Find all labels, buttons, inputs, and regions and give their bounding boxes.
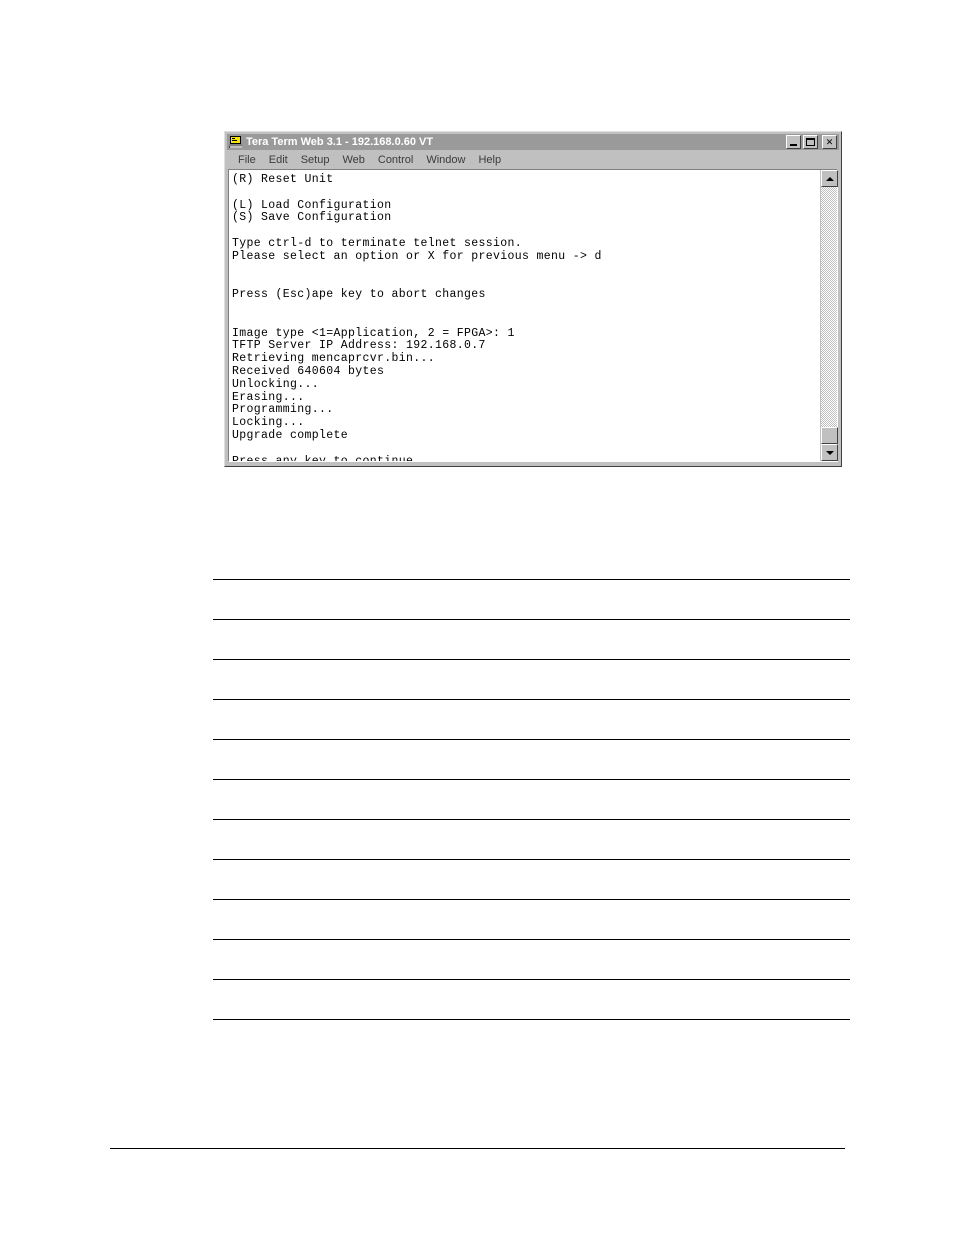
terminal-line: Press any key to continue — [232, 455, 820, 461]
page-rule — [213, 739, 850, 740]
minimize-button[interactable] — [786, 135, 801, 149]
terminal-screen[interactable]: (R) Reset Unit (L) Load Configuration (S… — [229, 170, 820, 461]
footer-rule — [110, 1148, 845, 1149]
window-controls: ✕ — [786, 135, 837, 149]
page-rule — [213, 899, 850, 900]
menu-item-edit[interactable]: Edit — [263, 153, 295, 167]
menu-item-control[interactable]: Control — [372, 153, 420, 167]
terminal-line: (R) Reset Unit — [232, 173, 334, 186]
page-rule — [213, 819, 850, 820]
page-rule — [213, 979, 850, 980]
page-rule — [213, 619, 850, 620]
menu-bar: File Edit Setup Web Control Window Help — [227, 151, 839, 168]
maximize-icon — [806, 138, 815, 146]
scrollbar-thumb[interactable] — [821, 427, 838, 444]
window-title: Tera Term Web 3.1 - 192.168.0.60 VT — [246, 136, 434, 148]
scroll-down-button[interactable] — [821, 444, 838, 461]
page-rule — [213, 939, 850, 940]
terminal-line: (S) Save Configuration — [232, 211, 392, 225]
scroll-down-arrow-icon — [825, 450, 834, 455]
maximize-button[interactable] — [803, 135, 818, 149]
menu-item-help[interactable]: Help — [472, 153, 508, 167]
minimize-icon — [790, 144, 797, 146]
terminal-line: Type ctrl-d to terminate telnet session. — [232, 236, 523, 250]
page-rule — [213, 859, 850, 860]
menu-item-window[interactable]: Window — [420, 153, 472, 167]
scroll-up-button[interactable] — [821, 170, 838, 187]
tera-term-window: Tera Term Web 3.1 - 192.168.0.60 VT ✕ Fi… — [224, 131, 842, 467]
close-icon: ✕ — [825, 136, 834, 147]
close-button[interactable]: ✕ — [822, 135, 837, 149]
scroll-up-arrow-icon — [825, 176, 834, 181]
page-rule — [213, 779, 850, 780]
menu-item-file[interactable]: File — [232, 153, 263, 167]
vertical-scrollbar[interactable] — [820, 170, 838, 461]
terminal-line: Press (Esc)ape key to abort changes — [232, 288, 486, 302]
terminal-line: Please select an option or X for previou… — [232, 249, 602, 263]
terminal-line: Upgrade complete — [232, 428, 349, 442]
window-titlebar[interactable]: Tera Term Web 3.1 - 192.168.0.60 VT ✕ — [227, 134, 839, 150]
page-rule — [213, 699, 850, 700]
terminal-line: Received 640604 bytes — [232, 364, 385, 378]
scrollbar-track[interactable] — [821, 187, 837, 444]
page-rule — [213, 579, 850, 580]
menu-item-web[interactable]: Web — [336, 153, 371, 167]
terminal-client-area: (R) Reset Unit (L) Load Configuration (S… — [228, 169, 838, 462]
terminal-line: Programming... — [232, 403, 334, 417]
page-rule — [213, 1019, 850, 1020]
page-rule — [213, 659, 850, 660]
terminal-computer-icon — [229, 135, 243, 149]
menu-item-setup[interactable]: Setup — [295, 153, 337, 167]
terminal-line: Unlocking... — [232, 377, 320, 391]
